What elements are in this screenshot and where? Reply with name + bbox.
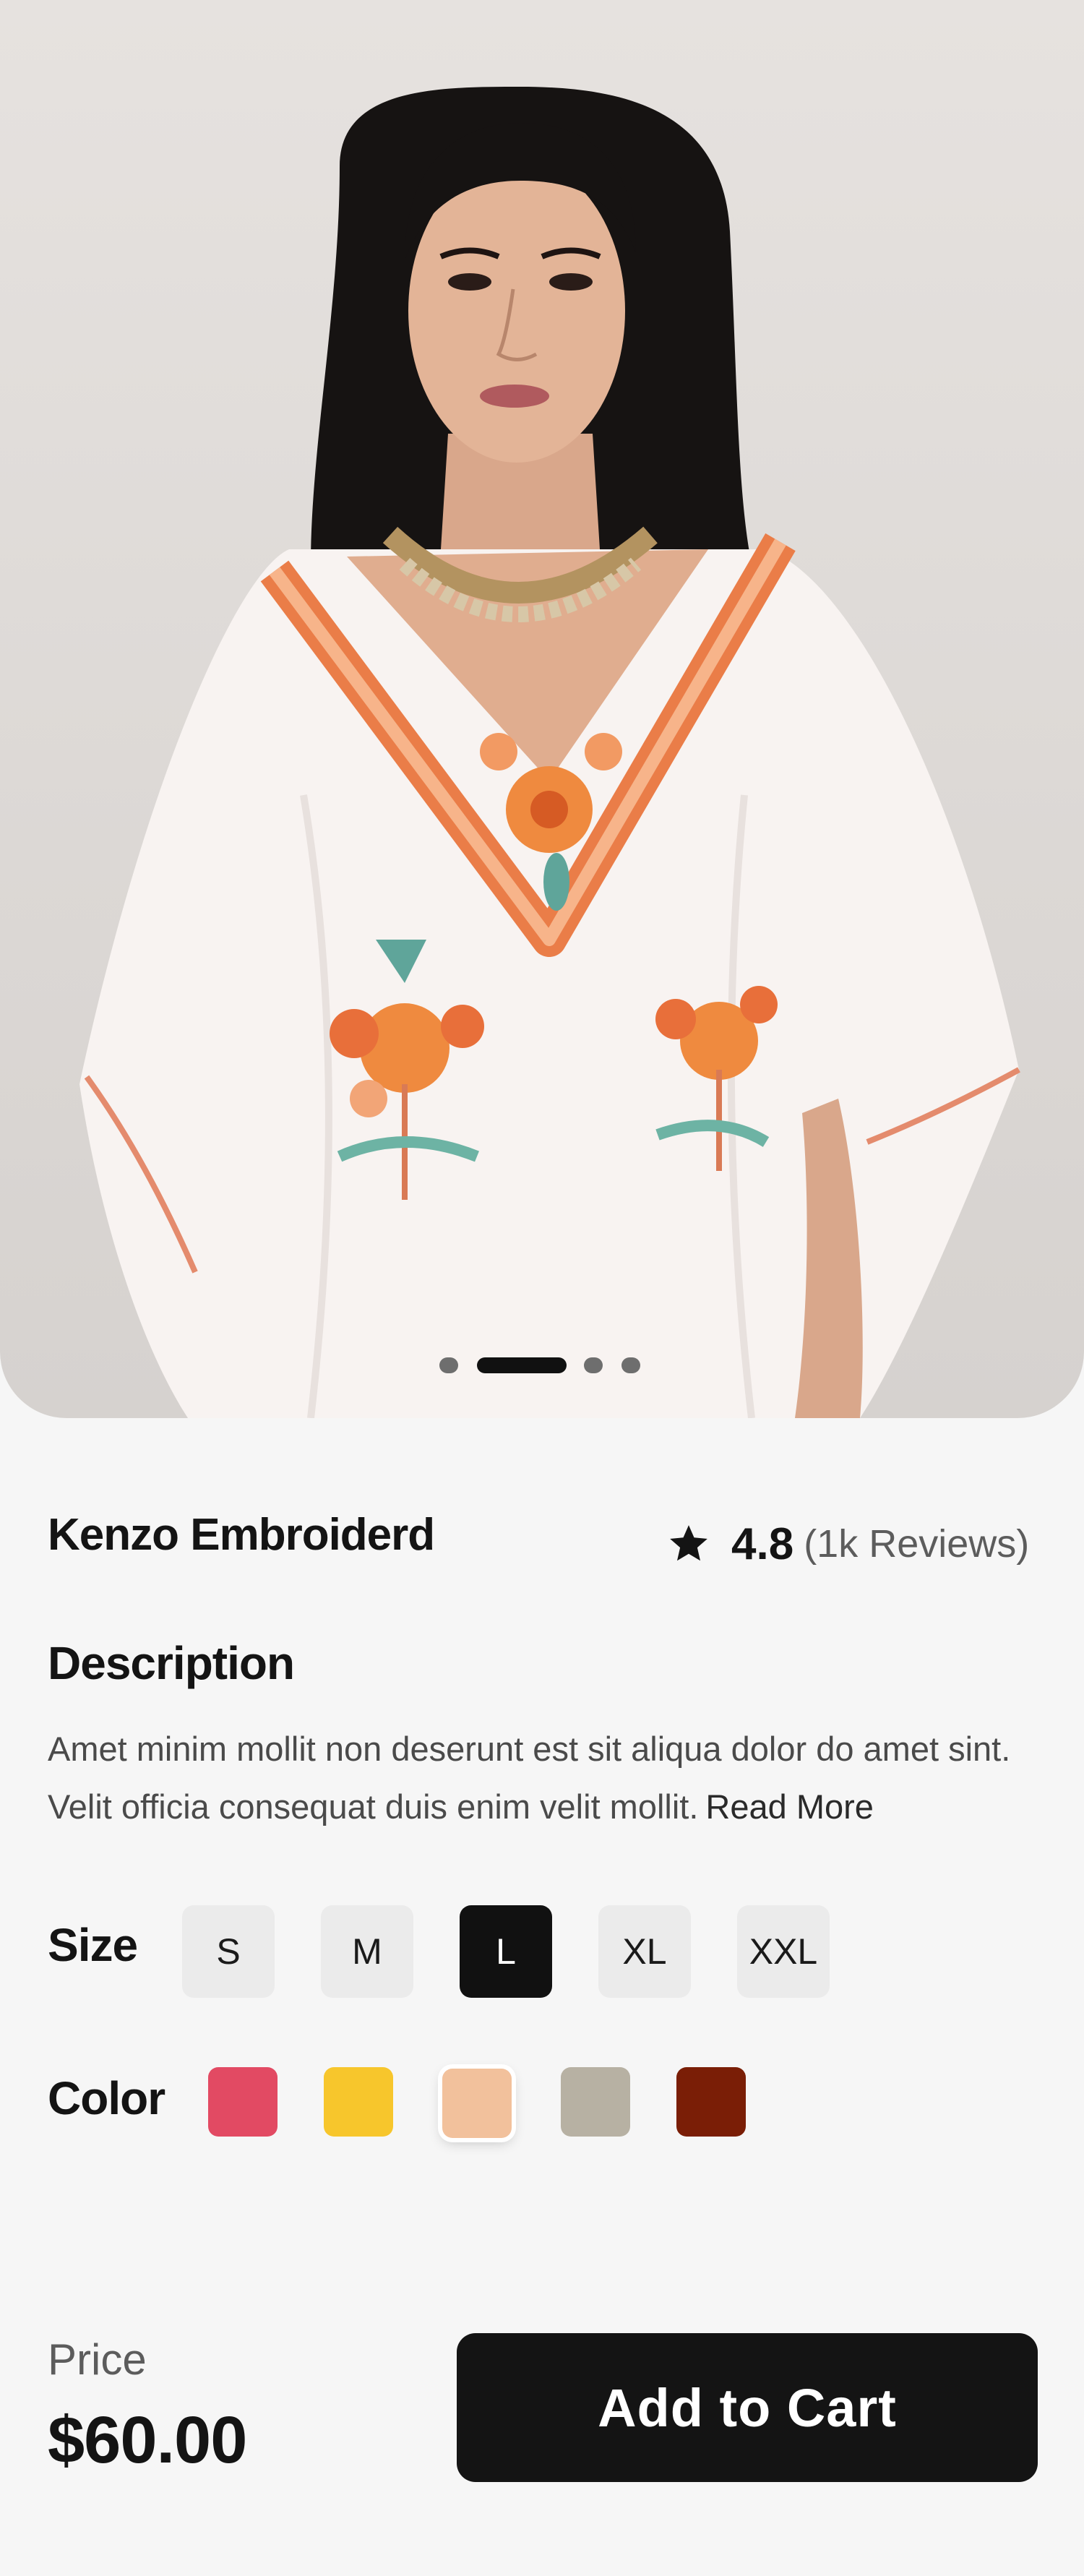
read-more-link[interactable]: Read More [705, 1787, 874, 1826]
color-swatch-maroon[interactable] [676, 2067, 746, 2137]
size-option-l[interactable]: L [460, 1905, 552, 1998]
product-title: Kenzo Embroiderd [48, 1510, 435, 1560]
size-label: Size [48, 1919, 138, 1971]
color-swatch-peach[interactable] [442, 2069, 512, 2138]
size-option-s[interactable]: S [182, 1905, 275, 1998]
rating-reviews[interactable]: (1k Reviews) [804, 1521, 1029, 1566]
star-icon [670, 1525, 707, 1561]
description-heading: Description [48, 1637, 295, 1689]
color-swatch-pink[interactable] [208, 2067, 278, 2137]
color-swatch-yellow[interactable] [324, 2067, 393, 2137]
carousel-dot[interactable] [584, 1357, 603, 1373]
add-to-cart-button[interactable]: Add to Cart [457, 2333, 1038, 2482]
size-option-m[interactable]: M [321, 1905, 413, 1998]
size-option-xxl[interactable]: XXL [737, 1905, 830, 1998]
price-value: $60.00 [48, 2403, 247, 2477]
rating-score: 4.8 [731, 1519, 794, 1569]
description-text: Amet minim mollit non deserunt est sit a… [48, 1720, 1045, 1836]
price-label: Price [48, 2335, 147, 2384]
product-image[interactable] [0, 0, 1084, 1418]
size-option-xl[interactable]: XL [598, 1905, 691, 1998]
carousel-dot[interactable] [621, 1357, 640, 1373]
color-swatch-taupe[interactable] [561, 2067, 630, 2137]
carousel-dot[interactable] [439, 1357, 458, 1373]
product-rating[interactable]: 4.8 (1k Reviews) [666, 1515, 1029, 1573]
carousel-indicator[interactable] [0, 1357, 1084, 1373]
carousel-dot-active[interactable] [477, 1357, 567, 1373]
product-photo-illustration [79, 87, 1020, 1418]
color-label: Color [48, 2072, 165, 2124]
